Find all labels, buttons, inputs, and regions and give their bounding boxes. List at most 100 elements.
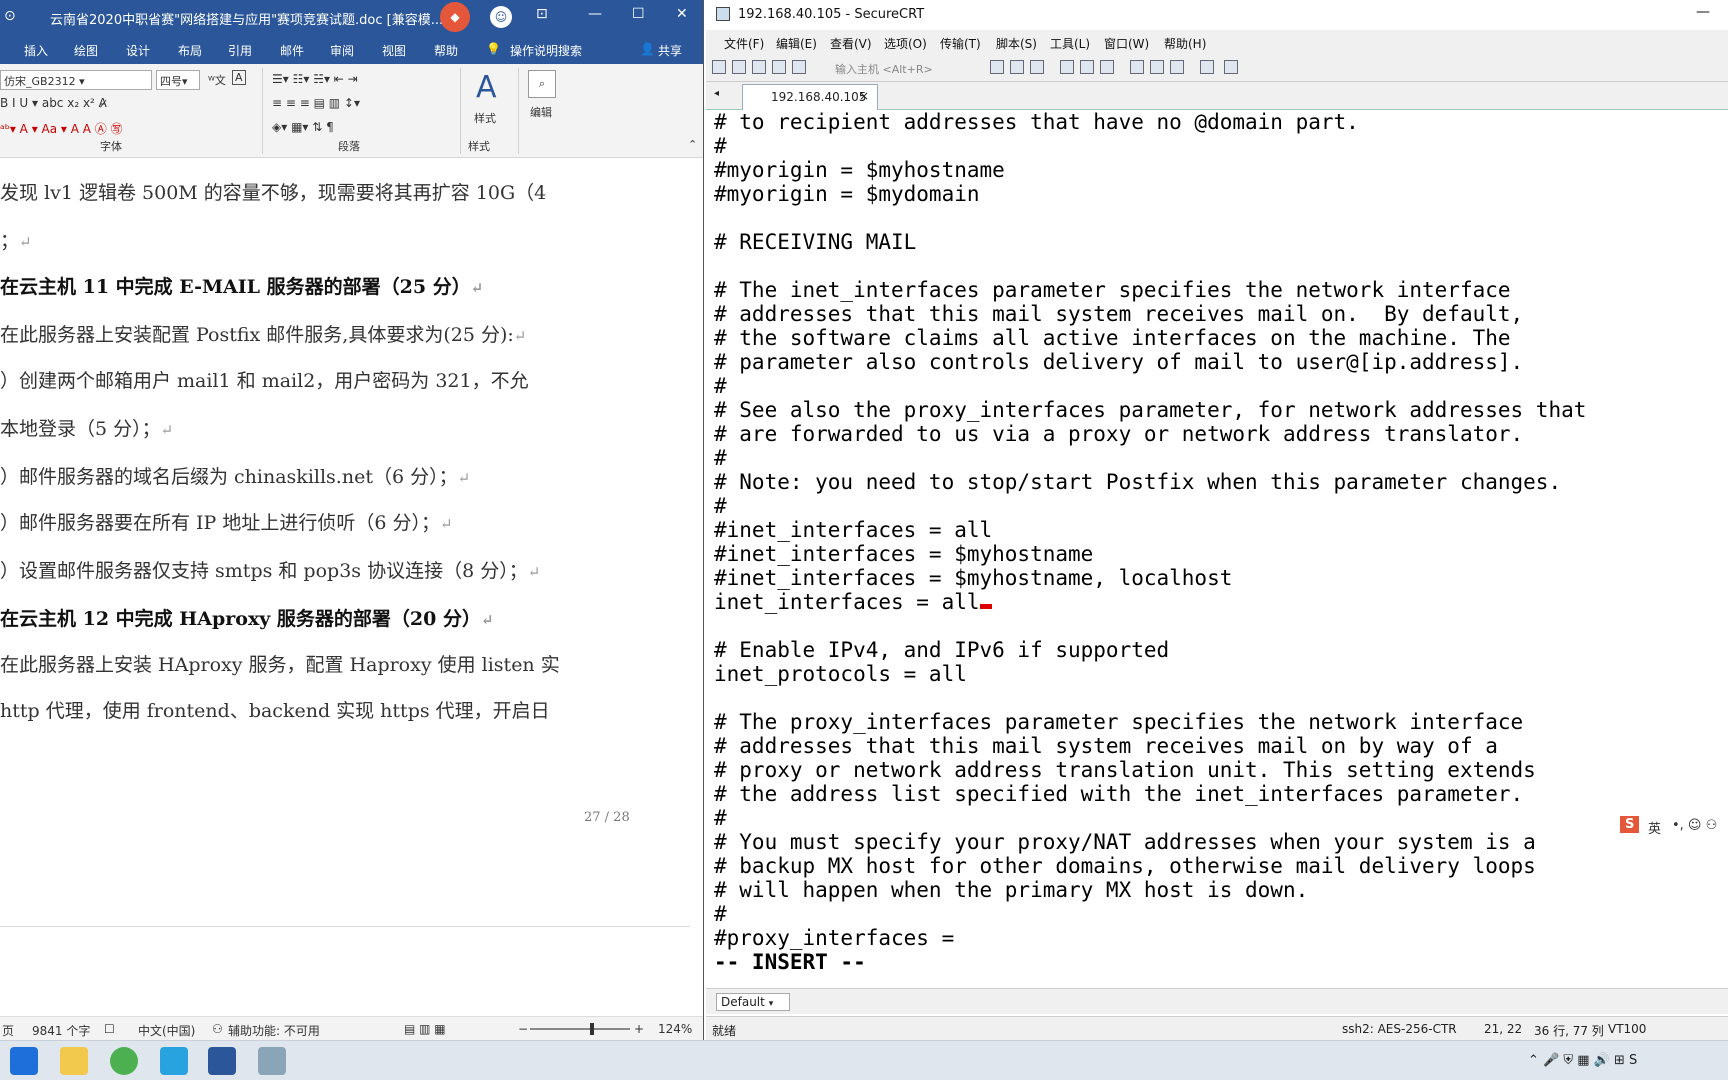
terminal-line: # proxy or network address translation u…	[714, 758, 1720, 782]
app-icon[interactable]: ◆	[440, 2, 470, 32]
connect-tab-icon[interactable]	[752, 60, 766, 74]
menu-tools[interactable]: 工具(L)	[1050, 35, 1090, 52]
tab-help[interactable]: 帮助	[434, 42, 458, 59]
maximize-icon[interactable]: ☐	[632, 6, 645, 22]
smiley-icon[interactable]: ☺	[490, 6, 512, 28]
status-words[interactable]: 9841 个字	[32, 1022, 90, 1039]
tab-insert[interactable]: 插入	[24, 42, 48, 59]
minimize-icon[interactable]: —	[588, 6, 602, 22]
keymap-icon[interactable]	[1170, 60, 1184, 74]
font-size-select[interactable]: 四号▾	[156, 70, 200, 90]
tab-scroll-left-icon[interactable]: ◂	[714, 88, 719, 99]
sogou-icon[interactable]: S	[1620, 816, 1640, 833]
shading-icon[interactable]: ◈▾ ▦▾ ⇅ ¶	[272, 120, 334, 134]
securecrt-icon[interactable]	[258, 1047, 286, 1075]
print-icon[interactable]	[1060, 60, 1074, 74]
reconnect-icon[interactable]	[772, 60, 786, 74]
menu-view[interactable]: 查看(V)	[830, 35, 872, 52]
chevron-down-icon: ▾	[768, 999, 774, 1009]
session-options-icon[interactable]	[1130, 60, 1144, 74]
group-font-label: 字体	[100, 140, 122, 153]
status-size: 36 行, 77 列	[1534, 1024, 1604, 1038]
chrome-icon[interactable]	[110, 1047, 138, 1075]
close-icon[interactable]: ✕	[676, 6, 688, 22]
ime-toolbar[interactable]: S 英 •, ☺ ⚇	[1620, 816, 1728, 840]
quick-connect-icon[interactable]	[732, 60, 746, 74]
phonetic-icon[interactable]: ᵂ文	[208, 72, 226, 88]
start-icon[interactable]	[10, 1047, 38, 1075]
document-line: ）邮件服务器要在所有 IP 地址上进行侦听（6 分）；↵	[0, 508, 453, 535]
session-tab[interactable]: 192.168.40.105 ×	[742, 84, 878, 110]
menu-edit[interactable]: 编辑(E)	[776, 35, 817, 52]
tab-references[interactable]: 引用	[228, 42, 252, 59]
restore-ribbon-icon[interactable]: ⊡	[536, 6, 548, 22]
accessibility-icon[interactable]: ⚇	[212, 1022, 223, 1036]
status-lang[interactable]: 中文(中国)	[138, 1022, 195, 1039]
group-style-label: 样式	[468, 140, 490, 153]
tab-layout[interactable]: 布局	[178, 42, 202, 59]
terminal-line: # The proxy_interfaces parameter specifi…	[714, 710, 1720, 734]
zoom-slider[interactable]	[530, 1023, 630, 1035]
disconnect-icon[interactable]	[792, 60, 806, 74]
tab-close-icon[interactable]: ×	[859, 89, 869, 103]
editing-button[interactable]: 编辑	[530, 104, 552, 120]
document-line: 在云主机 11 中完成 E-MAIL 服务器的部署（25 分）↵	[0, 272, 483, 299]
connect-icon[interactable]	[712, 60, 726, 74]
ime-lang[interactable]: 英	[1648, 818, 1661, 837]
find-icon[interactable]	[1030, 60, 1044, 74]
char-border-icon[interactable]: A	[232, 70, 246, 85]
zoom-level[interactable]: 124%	[658, 1022, 692, 1036]
styles-icon[interactable]: A	[476, 70, 497, 105]
sftp-icon[interactable]	[1224, 60, 1238, 74]
print-setup-icon[interactable]	[1080, 60, 1094, 74]
highlight-icon[interactable]: ᵃᵇ▾ A ▾ Aa ▾ A A Ⓐ ㊢	[0, 120, 123, 137]
styles-button[interactable]: 样式	[474, 110, 496, 126]
view-mode-icons[interactable]: ▤ ▥ ▦	[404, 1022, 446, 1036]
zoom-out-button[interactable]: −	[518, 1022, 528, 1036]
app-icon-blue[interactable]	[160, 1047, 188, 1075]
back-icon[interactable]: ⊙	[4, 8, 16, 24]
word-title-bar: ⊙ 云南省2020中职省赛"网络搭建与应用"赛项竞赛试题.doc [兼容模...…	[0, 0, 703, 34]
menu-window[interactable]: 窗口(W)	[1104, 35, 1149, 52]
global-options-icon[interactable]	[1150, 60, 1164, 74]
collapse-ribbon-icon[interactable]: ⌃	[688, 138, 697, 151]
tab-design[interactable]: 设计	[126, 42, 150, 59]
share-button[interactable]: 共享	[658, 42, 682, 59]
help-icon[interactable]	[1200, 60, 1214, 74]
menu-script[interactable]: 脚本(S)	[996, 35, 1037, 52]
zoom-in-button[interactable]: +	[634, 1022, 644, 1036]
status-ready: 就绪	[712, 1024, 737, 1038]
menu-transfer[interactable]: 传输(T)	[940, 35, 981, 52]
paste-icon[interactable]	[1010, 60, 1024, 74]
font-name-select[interactable]: 仿宋_GB2312 ▾	[0, 70, 152, 90]
ime-tools-icon[interactable]: •, ☺ ⚇	[1672, 818, 1717, 833]
host-input[interactable]: 输入主机 <Alt+R>	[832, 58, 982, 78]
format-buttons-icon[interactable]: B I U ▾ abc x₂ x² A̷	[0, 96, 107, 110]
word-icon[interactable]	[208, 1047, 236, 1075]
proofing-icon[interactable]: ☐	[104, 1022, 115, 1036]
terminal-output[interactable]: # to recipient addresses that have no @d…	[706, 110, 1728, 978]
tab-mailings[interactable]: 邮件	[280, 42, 304, 59]
terminal-line: #inet_interfaces = $myhostname, localhos…	[714, 566, 1720, 590]
tell-me-search[interactable]: 操作说明搜索	[510, 42, 582, 59]
status-accessibility[interactable]: 辅助功能: 不可用	[228, 1022, 320, 1039]
menu-options[interactable]: 选项(O)	[884, 35, 927, 52]
print-selection-icon[interactable]	[1100, 60, 1114, 74]
copy-icon[interactable]	[990, 60, 1004, 74]
menu-file[interactable]: 文件(F)	[724, 35, 764, 52]
tab-view[interactable]: 视图	[382, 42, 406, 59]
crt-minimize-icon[interactable]: —	[1696, 4, 1710, 20]
menu-help[interactable]: 帮助(H)	[1164, 35, 1206, 52]
document-body[interactable]: 发现 lv1 逻辑卷 500M 的容量不够，现需要将其再扩容 10G（4 ；↵ 在云…	[0, 158, 703, 928]
list-buttons-icon[interactable]: ☰▾ ☷▾ ☵▾ ⇤ ⇥	[272, 72, 358, 86]
search-icon[interactable]: ⌕	[528, 70, 556, 98]
tab-review[interactable]: 审阅	[330, 42, 354, 59]
status-page[interactable]: 页	[2, 1022, 14, 1039]
align-buttons-icon[interactable]: ≡ ≡ ≡ ▤ ▥ ↕▾	[272, 96, 360, 110]
zoom-slider-thumb[interactable]	[589, 1023, 594, 1035]
tab-draw[interactable]: 绘图	[74, 42, 98, 59]
explorer-icon[interactable]	[60, 1047, 88, 1075]
session-select[interactable]: Default ▾	[716, 993, 790, 1011]
tray-icons[interactable]: ⌃ 🎤 ⛨ ▦ 🔊 ⊞ S	[1528, 1053, 1637, 1068]
